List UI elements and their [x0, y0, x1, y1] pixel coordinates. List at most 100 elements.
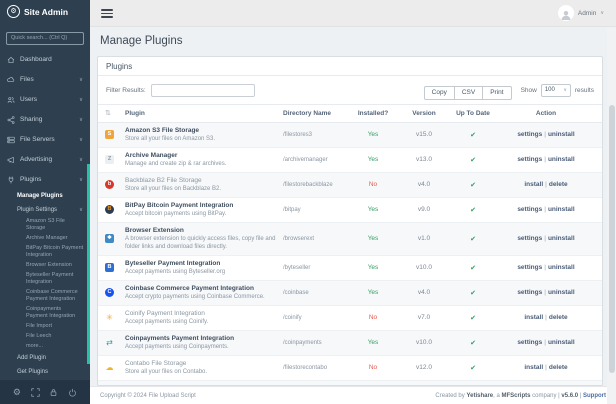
directory-name: /filestorebackblaze: [283, 182, 347, 188]
chevron-down-icon: ∨: [79, 117, 83, 123]
table-row: BByteseller Payment IntegrationAccept pa…: [98, 256, 602, 281]
active-section-accent: [87, 164, 90, 364]
uninstall-link[interactable]: uninstall: [548, 156, 575, 163]
up-to-date-check-icon: ✔: [449, 264, 497, 272]
plugins-submenu: Manage PluginsPlugin Settings∨Amazon S3 …: [0, 190, 90, 379]
settings-link[interactable]: settings: [517, 235, 542, 242]
column-header-directory[interactable]: Directory Name: [283, 110, 347, 117]
sidebar-subitem-amazon-s3-file-storage[interactable]: Amazon S3 File Storage: [0, 217, 90, 234]
page-length-select[interactable]: 100 ∨: [541, 84, 571, 97]
sidebar-subitem-archive-manager[interactable]: Archive Manager: [0, 234, 90, 244]
column-header-installed[interactable]: Installed?: [347, 110, 399, 117]
settings-link[interactable]: settings: [517, 206, 542, 213]
csv-button[interactable]: CSV: [454, 86, 483, 100]
settings-link[interactable]: settings: [517, 156, 542, 163]
directory-name: /byteseller: [283, 265, 347, 271]
column-header-plugin[interactable]: Plugin: [125, 110, 283, 117]
uninstall-link[interactable]: uninstall: [548, 235, 575, 242]
up-to-date-check-icon: ✔: [449, 339, 497, 347]
quick-search-input[interactable]: [6, 32, 84, 45]
sidebar-item-get-plugins[interactable]: Get Plugins: [0, 365, 90, 379]
delete-link[interactable]: delete: [549, 181, 568, 188]
uninstall-link[interactable]: uninstall: [548, 131, 575, 138]
sidebar-item-plugin-settings[interactable]: Plugin Settings∨: [0, 203, 90, 217]
plugin-name: Coinpayments Payment Integration: [125, 335, 283, 342]
user-menu[interactable]: Admin ∨: [558, 5, 604, 21]
action-links: settings|uninstall: [497, 206, 595, 213]
gear-icon[interactable]: ⚙: [13, 388, 21, 397]
uninstall-link[interactable]: uninstall: [548, 289, 575, 296]
table-header-row: ⇅ Plugin Directory Name Installed? Versi…: [98, 104, 602, 123]
settings-link[interactable]: settings: [517, 339, 542, 346]
sidebar: ⚙ Site Admin DashboardFiles∨Users∨Sharin…: [0, 0, 90, 380]
sidebar-item-files[interactable]: Files∨: [0, 70, 90, 90]
table-toolbar: Filter Results: CopyCSVPrint Show 100 ∨ …: [98, 76, 602, 104]
power-icon[interactable]: [68, 388, 77, 397]
sidebar-subitem-bitpay-bitcoin-payment-integration[interactable]: BitPay Bitcoin Payment Integration: [0, 244, 90, 261]
settings-link[interactable]: settings: [517, 289, 542, 296]
sidebar-subitem-file-import[interactable]: File Import: [0, 322, 90, 332]
column-header-uptodate[interactable]: Up To Date: [449, 110, 497, 117]
expand-icon[interactable]: [31, 388, 40, 397]
table-row: ✳Coinify Payment IntegrationAccept payme…: [98, 306, 602, 331]
sidebar-item-add-plugin[interactable]: Add Plugin: [0, 352, 90, 366]
directory-name: /coinbase: [283, 290, 347, 296]
settings-link[interactable]: settings: [517, 264, 542, 271]
uninstall-link[interactable]: uninstall: [548, 264, 575, 271]
plugin-name: Browser Extension: [125, 227, 283, 234]
table-row: SAmazon S3 File StorageStore all your fi…: [98, 123, 602, 148]
uninstall-link[interactable]: uninstall: [548, 339, 575, 346]
sidebar-subitem-byteseller-payment-integration[interactable]: Byteseller Payment Integration: [0, 271, 90, 288]
installed-status: No: [347, 181, 399, 188]
filter-input[interactable]: [151, 84, 255, 97]
install-link[interactable]: install: [524, 314, 543, 321]
column-header-action[interactable]: Action: [497, 110, 595, 117]
up-to-date-check-icon: ✔: [449, 289, 497, 297]
print-button[interactable]: Print: [482, 86, 511, 100]
sidebar-item-dashboard[interactable]: Dashboard: [0, 50, 90, 70]
copy-button[interactable]: Copy: [424, 86, 455, 100]
credits-text: Created by Yetishare, a MFScripts compan…: [435, 393, 606, 399]
version-label: v15.0: [399, 131, 449, 138]
lock-icon[interactable]: [49, 388, 58, 397]
plugins-table-body: SAmazon S3 File StorageStore all your fi…: [98, 123, 602, 387]
scrollbar-thumb[interactable]: [609, 105, 615, 373]
install-link[interactable]: install: [524, 364, 543, 371]
delete-link[interactable]: delete: [549, 364, 568, 371]
uninstall-link[interactable]: uninstall: [548, 206, 575, 213]
plugin-description: Store all your files on Contabo.: [125, 368, 283, 376]
up-to-date-check-icon: ✔: [449, 364, 497, 372]
sidebar-item-advertising[interactable]: Advertising ∨: [0, 150, 90, 170]
column-header-version[interactable]: Version: [399, 110, 449, 117]
chevron-down-icon: ∨: [79, 157, 83, 163]
up-to-date-check-icon: ✔: [449, 131, 497, 139]
version-label: v4.0: [399, 289, 449, 296]
sidebar-subitem-coinpayments-payment-integration[interactable]: Coinpayments Payment Integration: [0, 305, 90, 322]
sidebar-item-users[interactable]: Users∨: [0, 90, 90, 110]
install-link[interactable]: install: [524, 181, 543, 188]
sidebar-subitem-browser-extension[interactable]: Browser Extension: [0, 261, 90, 271]
sidebar-subitem-coinbase-commerce-payment-integration[interactable]: Coinbase Commerce Payment Integration: [0, 288, 90, 305]
delete-link[interactable]: delete: [549, 314, 568, 321]
vertical-scrollbar[interactable]: [607, 27, 616, 404]
copyright-text: Copyright © 2024 File Upload Script: [100, 393, 196, 399]
plugin-name: Byteseller Payment Integration: [125, 260, 283, 267]
support-link[interactable]: Support: [583, 393, 606, 399]
sidebar-subitem-more-[interactable]: more...: [0, 342, 90, 352]
sidebar-subitem-file-leech[interactable]: File Leech: [0, 332, 90, 342]
sidebar-item-label: Advertising: [20, 156, 52, 163]
sidebar-item-file-servers[interactable]: File Servers∨: [0, 130, 90, 150]
directory-name: /filestorecontabo: [283, 365, 347, 371]
installed-status: Yes: [347, 156, 399, 163]
settings-link[interactable]: settings: [517, 131, 542, 138]
sidebar-item-label: Files: [20, 76, 34, 83]
chevron-down-icon: ∨: [79, 97, 83, 103]
sidebar-item-manage-plugins[interactable]: Manage Plugins: [0, 190, 90, 204]
sidebar-item-sharing[interactable]: Sharing∨: [0, 110, 90, 130]
chevron-down-icon: ∨: [79, 207, 83, 213]
sidebar-item-plugins[interactable]: Plugins∨: [0, 170, 90, 190]
action-links: settings|uninstall: [497, 289, 595, 296]
sort-icon[interactable]: ⇅: [105, 109, 125, 117]
menu-toggle-icon[interactable]: [101, 9, 113, 20]
installed-status: No: [347, 314, 399, 321]
